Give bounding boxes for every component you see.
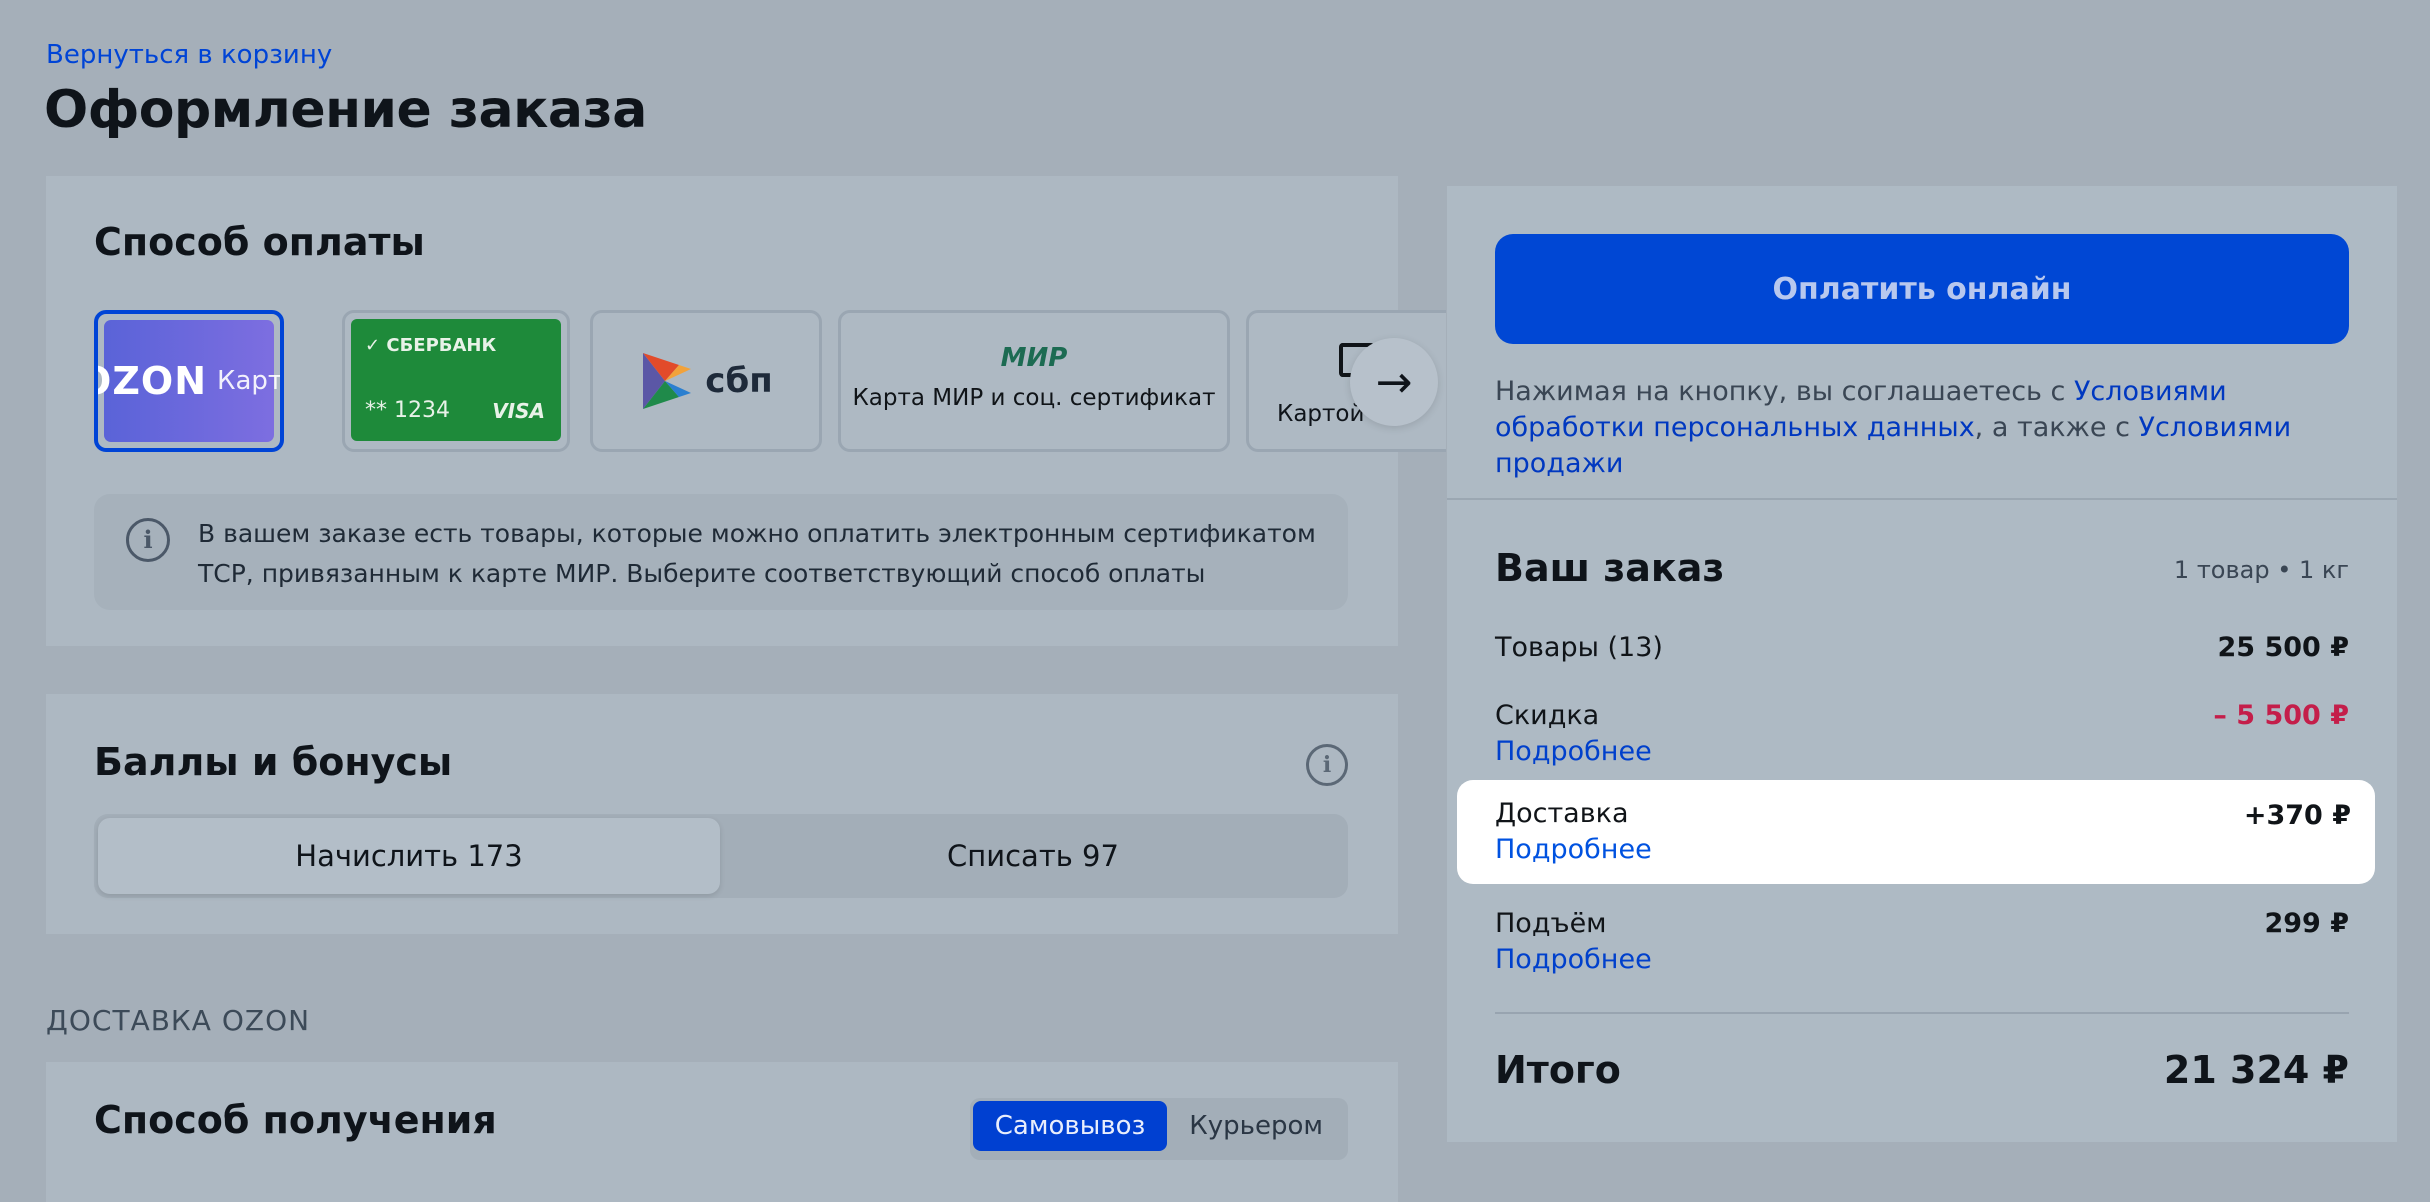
ozon-card-sub: Карта xyxy=(217,366,284,396)
sber-card-number: ** 1234 xyxy=(365,398,450,423)
order-summary-panel: Оплатить онлайн Нажимая на кнопку, вы со… xyxy=(1447,186,2397,1142)
shipping-value: +370 ₽ xyxy=(2243,800,2351,831)
receive-method-panel: Способ получения Самовывоз Курьером xyxy=(46,1062,1398,1202)
visa-logo: VISA xyxy=(492,399,545,423)
terms-text: Нажимая на кнопку, вы соглашаетесь с Усл… xyxy=(1495,376,2292,479)
summary-divider xyxy=(1447,498,2397,500)
sber-card-face: ✓ СБЕРБАНК ** 1234 VISA xyxy=(351,319,561,441)
payment-card-mir[interactable]: МИР Карта МИР и соц. сертификат xyxy=(838,310,1230,452)
total-divider xyxy=(1495,1012,2349,1014)
total-value: 21 324 ₽ xyxy=(2163,1048,2349,1092)
spend-bonuses-button[interactable]: Списать 97 xyxy=(722,818,1344,894)
order-title: Ваш заказ xyxy=(1495,546,1725,590)
back-to-cart-link[interactable]: Вернуться в корзину xyxy=(46,40,332,70)
payment-info-text: В вашем заказе есть товары, которые можн… xyxy=(198,519,1316,588)
payment-method-panel: Способ оплаты OZON Карта ✓ СБЕРБАНК ** 1… xyxy=(46,176,1446,646)
sbp-logo: сбп xyxy=(593,313,819,449)
order-meta: 1 товар • 1 кг xyxy=(2173,556,2349,584)
next-payment-arrow-button[interactable]: → xyxy=(1350,338,1438,426)
check-circle-icon: ✓ xyxy=(365,335,387,356)
shipping-row-highlight: Доставка Подробнее +370 ₽ xyxy=(1457,780,2375,884)
receive-mode-switch: Самовывоз Курьером xyxy=(969,1098,1348,1160)
arrow-right-icon: → xyxy=(1375,356,1413,408)
accrue-bonuses-button[interactable]: Начислить 173 xyxy=(98,818,720,894)
lifting-value: 299 ₽ xyxy=(2264,908,2349,939)
payment-card-ozon[interactable]: OZON Карта xyxy=(94,310,284,452)
goods-label: Товары (13) xyxy=(1495,632,1663,663)
sbp-icon xyxy=(643,353,692,409)
shipping-details-link[interactable]: Подробнее xyxy=(1495,834,1652,865)
lifting-label: Подъём xyxy=(1495,908,1607,939)
mir-card-label: Карта МИР и соц. сертификат xyxy=(852,385,1216,411)
discount-details-link[interactable]: Подробнее xyxy=(1495,736,1652,767)
lifting-details-link[interactable]: Подробнее xyxy=(1495,944,1652,975)
bonuses-segmented-control: Начислить 173 Списать 97 xyxy=(94,814,1348,898)
mir-logo: МИР xyxy=(1000,343,1068,373)
receive-method-title: Способ получения xyxy=(94,1098,497,1142)
bonuses-panel: Баллы и бонусы i Начислить 173 Списать 9… xyxy=(46,694,1398,934)
courier-option[interactable]: Курьером xyxy=(1167,1101,1345,1151)
page-title: Оформление заказа xyxy=(44,80,647,140)
payment-method-title: Способ оплаты xyxy=(94,220,425,264)
payment-card-sber[interactable]: ✓ СБЕРБАНК ** 1234 VISA xyxy=(342,310,570,452)
delivery-section-caption: ДОСТАВКА OZON xyxy=(46,1004,311,1037)
bonuses-title: Баллы и бонусы xyxy=(94,740,453,784)
pickup-option[interactable]: Самовывоз xyxy=(972,1101,1168,1151)
discount-label: Скидка xyxy=(1495,700,1600,731)
payment-card-sbp[interactable]: сбп xyxy=(590,310,822,452)
sbp-label: сбп xyxy=(705,361,773,401)
sber-bank-name: ✓ СБЕРБАНК xyxy=(365,335,497,356)
goods-value: 25 500 ₽ xyxy=(2217,632,2349,663)
ozon-logo: OZON xyxy=(98,359,207,403)
shipping-label: Доставка xyxy=(1495,798,1629,829)
payment-info-box: i В вашем заказе есть товары, которые мо… xyxy=(94,494,1348,610)
total-label: Итого xyxy=(1495,1048,1621,1092)
pay-online-button[interactable]: Оплатить онлайн xyxy=(1495,234,2349,344)
ozon-card-face: OZON Карта xyxy=(98,320,280,442)
discount-value: – 5 500 ₽ xyxy=(2213,700,2349,731)
info-icon: i xyxy=(126,518,170,562)
bonuses-info-icon[interactable]: i xyxy=(1306,744,1348,786)
